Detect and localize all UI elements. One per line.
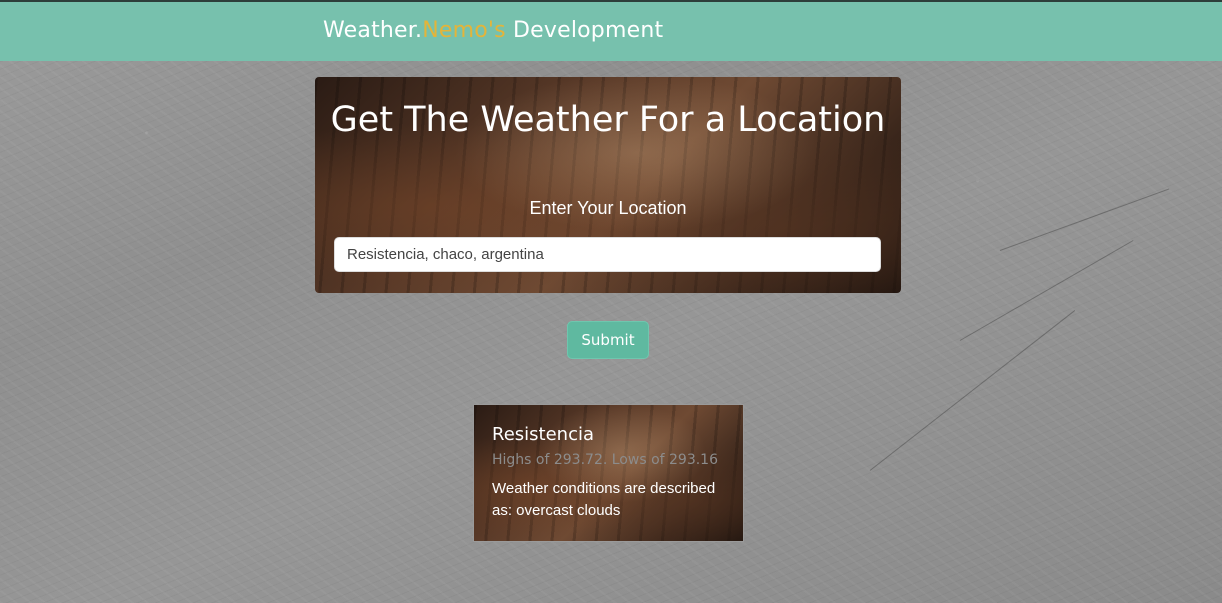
background-crack	[959, 240, 1134, 341]
result-description: Weather conditions are described as: ove…	[492, 480, 716, 519]
location-label: Enter Your Location	[529, 198, 687, 218]
navbar: Weather.Nemo's Development	[0, 0, 1222, 61]
brand-accent: Nemo's	[422, 18, 506, 43]
weather-result-card: Resistencia Highs of 293.72. Lows of 293…	[473, 404, 744, 542]
brand-prefix: Weather.	[323, 18, 423, 43]
result-city: Resistencia	[492, 424, 594, 445]
background-crack	[869, 310, 1076, 471]
brand-link[interactable]: Weather.Nemo's Development	[323, 18, 663, 43]
brand-suffix: Development	[505, 18, 664, 43]
submit-button[interactable]: Submit	[567, 321, 649, 359]
location-input[interactable]	[334, 237, 881, 272]
page-title: Get The Weather For a Location	[330, 100, 886, 140]
result-temps: Highs of 293.72. Lows of 293.16	[492, 452, 718, 468]
background-crack	[999, 188, 1170, 251]
search-jumbotron: Get The Weather For a Location Enter You…	[315, 77, 901, 293]
